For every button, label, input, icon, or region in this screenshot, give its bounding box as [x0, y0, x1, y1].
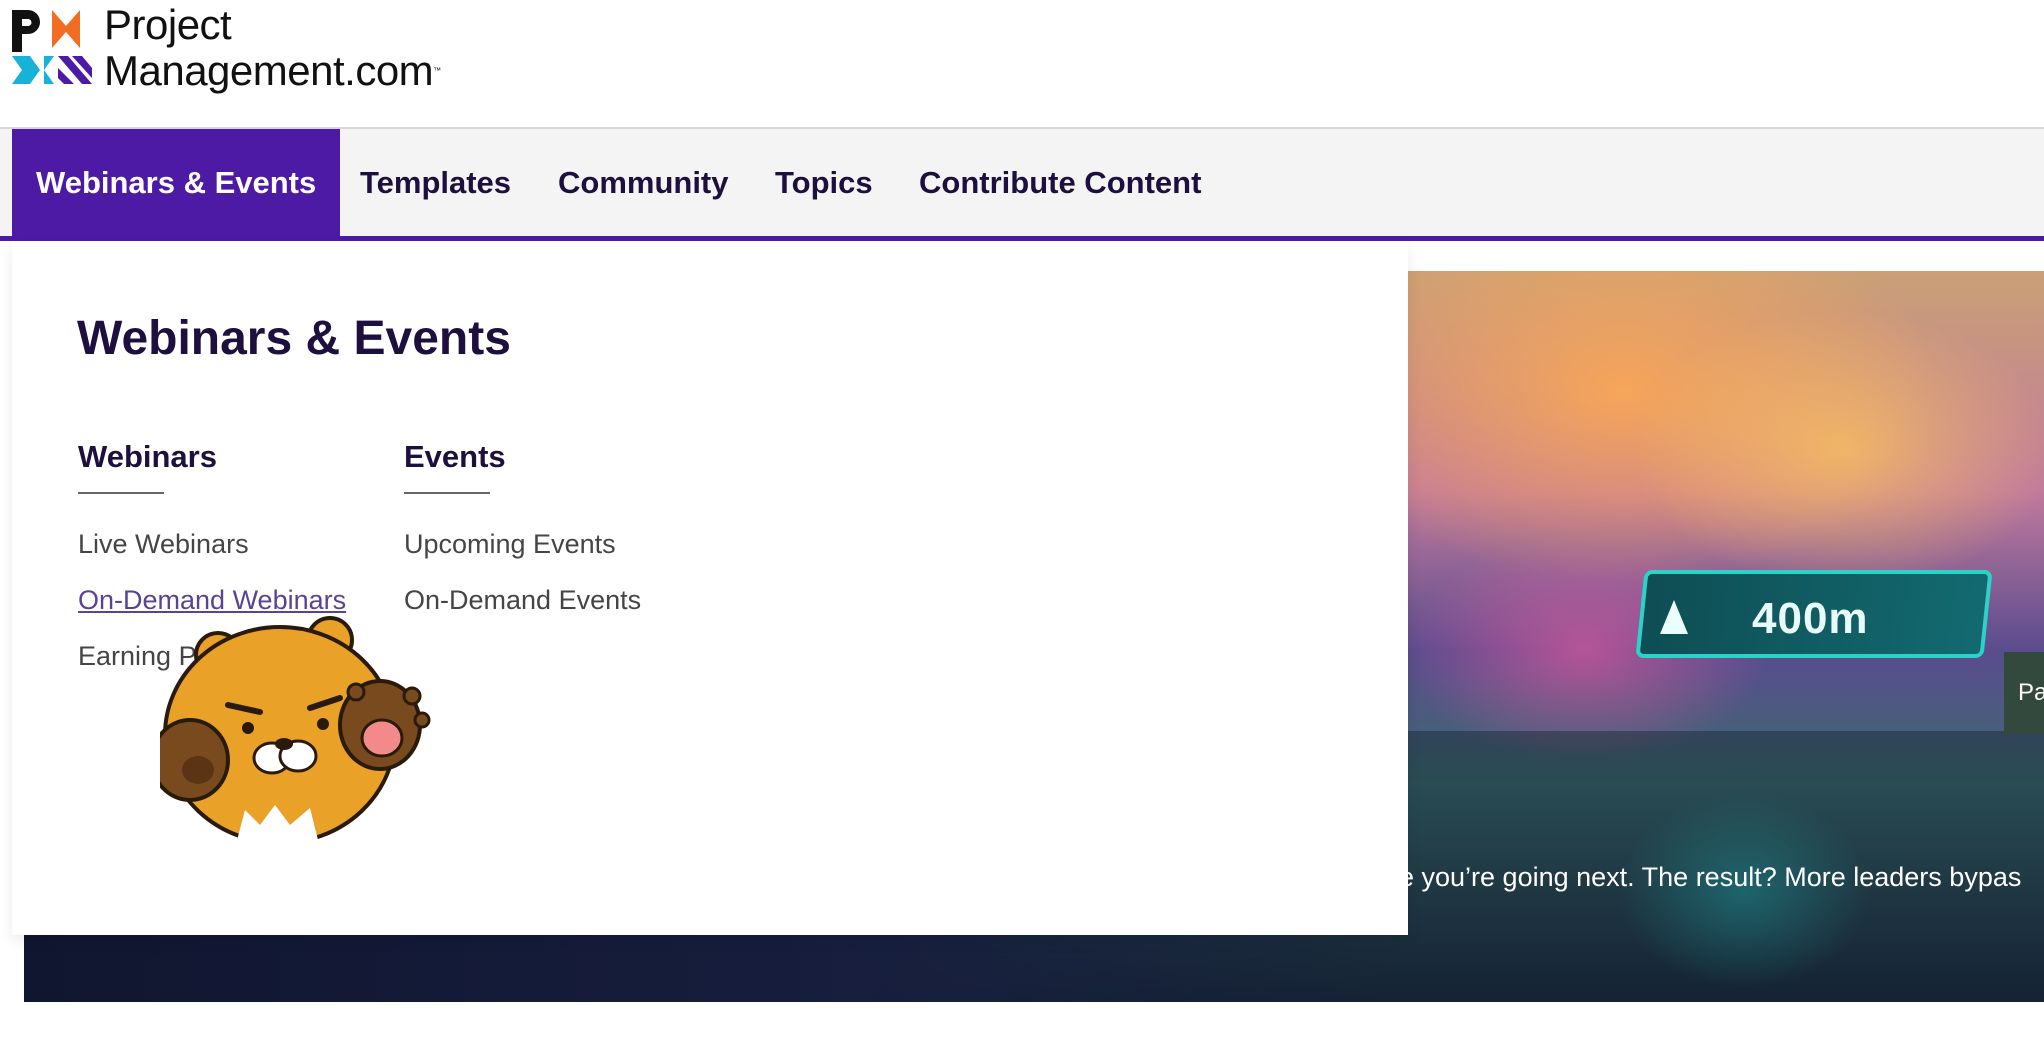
nav-community[interactable]: Community — [534, 129, 753, 237]
link-live-webinars[interactable]: Live Webinars — [78, 529, 249, 560]
hero-sign-text: 400m — [1752, 594, 1869, 643]
brand-line-1: Project — [104, 1, 232, 48]
bear-sticker-icon — [160, 616, 431, 848]
nav-topics[interactable]: Topics — [751, 129, 897, 237]
webinars-heading: Webinars — [78, 439, 217, 474]
nav-contribute-content[interactable]: Contribute Content — [895, 129, 1225, 237]
hero-side-tab[interactable]: Pa — [2004, 652, 2044, 734]
events-heading-rule — [404, 492, 490, 494]
brand-line-2-text: Management.com — [104, 47, 434, 94]
brand-line-2: Management.com™ — [104, 48, 441, 94]
nav-webinars-events[interactable]: Webinars & Events — [12, 129, 341, 237]
trademark: ™ — [433, 66, 441, 75]
link-upcoming-events[interactable]: Upcoming Events — [404, 529, 616, 560]
brand-wordmark[interactable]: Project Management.com™ — [104, 2, 441, 94]
events-heading: Events — [404, 439, 506, 474]
hero-caption: re you’re going next. The result? More l… — [1390, 862, 2022, 892]
nav-templates[interactable]: Templates — [336, 129, 535, 237]
webinars-heading-rule — [78, 492, 164, 494]
site-header: Project Management.com™ — [0, 0, 2044, 129]
pmi-logo-icon[interactable] — [10, 8, 94, 92]
dropdown-title: Webinars & Events — [77, 312, 511, 365]
up-arrow-icon — [1660, 600, 1688, 634]
